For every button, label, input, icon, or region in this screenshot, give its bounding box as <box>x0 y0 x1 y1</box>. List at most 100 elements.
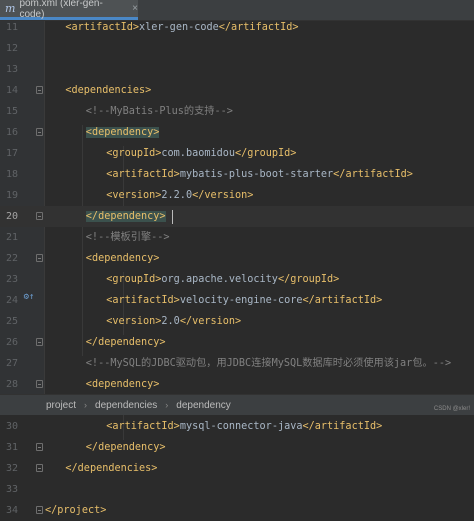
code-line[interactable]: 13 <box>0 59 474 80</box>
fold-toggle-icon[interactable] <box>36 506 43 514</box>
xml-text: org.apache.velocity <box>161 274 278 285</box>
code-text: </project> <box>45 500 106 521</box>
watermark: CSDN @xler! <box>433 406 470 412</box>
code-line[interactable]: 25 <version>2.0</version> <box>0 311 474 332</box>
xml-bracket: > <box>100 505 107 516</box>
code-line[interactable]: 23 <groupId>org.apache.velocity</groupId> <box>0 269 474 290</box>
code-line[interactable]: 18 <artifactId>mybatis-plus-boot-starter<… <box>0 164 474 185</box>
xml-tag-name: dependency <box>98 442 160 453</box>
line-number: 16 <box>5 127 18 138</box>
code-line[interactable]: 34 </project> <box>0 500 474 521</box>
maven-m-icon: m <box>5 2 16 15</box>
line-number: 23 <box>5 274 18 285</box>
line-number: 14 <box>5 85 18 96</box>
line-number: 12 <box>5 43 18 54</box>
fold-toggle-icon[interactable] <box>36 338 43 346</box>
xml-bracket: </ <box>85 442 99 453</box>
code-text: <artifactId>xler-gen-code</artifactId> <box>65 17 298 38</box>
code-text: <dependency> <box>86 374 160 395</box>
xml-bracket: > <box>292 22 299 33</box>
code-text: <artifactId>velocity-engine-core</artifa… <box>106 290 382 311</box>
line-number: 28 <box>5 379 18 390</box>
xml-bracket: </ <box>45 505 58 516</box>
xml-bracket: > <box>235 316 242 327</box>
code-line[interactable]: 15 <!--MyBatis-Plus的支持--> <box>0 101 474 122</box>
code-line[interactable]: 26 </dependency> <box>0 332 474 353</box>
code-line[interactable]: 19 <version>2.2.0</version> <box>0 185 474 206</box>
code-text: <dependency> <box>85 122 160 143</box>
code-line[interactable]: 30 <artifactId>mysql-connector-java</arti… <box>0 416 474 437</box>
xml-tag-name: groupId <box>247 148 291 159</box>
xml-bracket: > <box>153 127 160 138</box>
xml-text: 2.0 <box>161 316 180 327</box>
code-line[interactable]: 21 <!--模板引擎--> <box>0 227 474 248</box>
xml-bracket: > <box>159 211 166 222</box>
line-number: 15 <box>5 106 18 117</box>
line-number: 32 <box>5 463 18 474</box>
xml-tag-name: dependency <box>98 337 160 348</box>
xml-bracket: > <box>159 442 166 453</box>
code-line[interactable]: 22 <dependency> <box>0 248 474 269</box>
code-text: <groupId>com.baomidou</groupId> <box>106 143 296 164</box>
fold-toggle-icon[interactable] <box>36 128 43 136</box>
code-line[interactable]: 31 </dependency> <box>0 437 474 458</box>
xml-text: mysql-connector-java <box>179 421 303 432</box>
fold-toggle-icon[interactable] <box>36 464 43 472</box>
code-line[interactable]: 24 <artifactId>velocity-engine-core</arti… <box>0 290 474 311</box>
xml-bracket: </ <box>218 22 232 33</box>
xml-text: 2.2.0 <box>161 190 193 201</box>
close-icon[interactable]: × <box>132 3 138 14</box>
xml-bracket: </ <box>192 190 205 201</box>
line-number: 34 <box>5 505 18 516</box>
xml-bracket: > <box>333 274 340 285</box>
code-line[interactable]: 12 <box>0 38 474 59</box>
xml-bracket: </ <box>179 316 193 327</box>
code-text: <version>2.2.0</version> <box>106 185 253 206</box>
code-line[interactable]: 11 <artifactId>xler-gen-code</artifactId> <box>0 17 474 38</box>
xml-tag-name: artifactId <box>345 169 407 180</box>
breadcrumb-dependency[interactable]: dependency <box>168 400 239 411</box>
breadcrumb-project[interactable]: project <box>0 400 84 411</box>
code-line[interactable]: 20 </dependency> <box>0 206 474 227</box>
text-caret <box>171 210 173 224</box>
xml-bracket: </ <box>302 295 315 306</box>
implementation-marker-icon[interactable]: ⚙↑ <box>22 290 36 304</box>
code-comment: <!--MySQL的JDBC驱动包，用JDBC连接MySQL数据库时必须使用该j… <box>85 358 452 369</box>
xml-text: xler-gen-code <box>139 22 219 33</box>
fold-toggle-icon[interactable] <box>36 86 43 94</box>
code-text: <artifactId>mysql-connector-java</artifa… <box>106 416 382 437</box>
code-text: </dependencies> <box>65 458 157 479</box>
xml-tag-name: artifactId <box>71 22 133 33</box>
line-number: 13 <box>5 64 18 75</box>
breadcrumb-dependencies[interactable]: dependencies <box>87 400 165 411</box>
code-line[interactable]: 33 <box>0 479 474 500</box>
code-line[interactable]: 27 <!--MySQL的JDBC驱动包，用JDBC连接MySQL数据库时必须使用… <box>0 353 474 374</box>
line-number: 11 <box>5 22 18 33</box>
fold-toggle-icon[interactable] <box>36 212 43 220</box>
code-comment: <!--MyBatis-Plus的支持--> <box>85 106 233 117</box>
xml-bracket: </ <box>235 148 248 159</box>
code-line[interactable]: 28 <dependency> <box>0 374 474 395</box>
code-line[interactable]: 17 <groupId>com.baomidou</groupId> <box>0 143 474 164</box>
fold-toggle-icon[interactable] <box>36 254 43 262</box>
fold-toggle-icon[interactable] <box>36 380 43 388</box>
xml-tag-name: project <box>57 505 101 516</box>
code-comment: <!--模板引擎--> <box>85 232 170 243</box>
code-line[interactable]: 32 </dependencies> <box>0 458 474 479</box>
xml-tag-name: artifactId <box>314 295 377 306</box>
xml-bracket: </ <box>302 421 315 432</box>
code-text: </dependency> <box>85 206 166 227</box>
xml-text: com.baomidou <box>161 148 236 159</box>
breadcrumb: project › dependencies › dependency <box>0 394 474 415</box>
line-number: 31 <box>5 442 18 453</box>
code-text: </dependency> <box>86 437 166 458</box>
xml-tag-name: version <box>204 190 248 201</box>
code-text: <dependency> <box>86 248 160 269</box>
line-number: 18 <box>5 169 18 180</box>
xml-bracket: > <box>153 253 160 264</box>
code-line[interactable]: 16 <dependency> <box>0 122 474 143</box>
code-line[interactable]: 14 <dependencies> <box>0 80 474 101</box>
fold-toggle-icon[interactable] <box>36 443 43 451</box>
xml-tag-name: dependencies <box>71 85 146 96</box>
line-number: 30 <box>5 421 18 432</box>
